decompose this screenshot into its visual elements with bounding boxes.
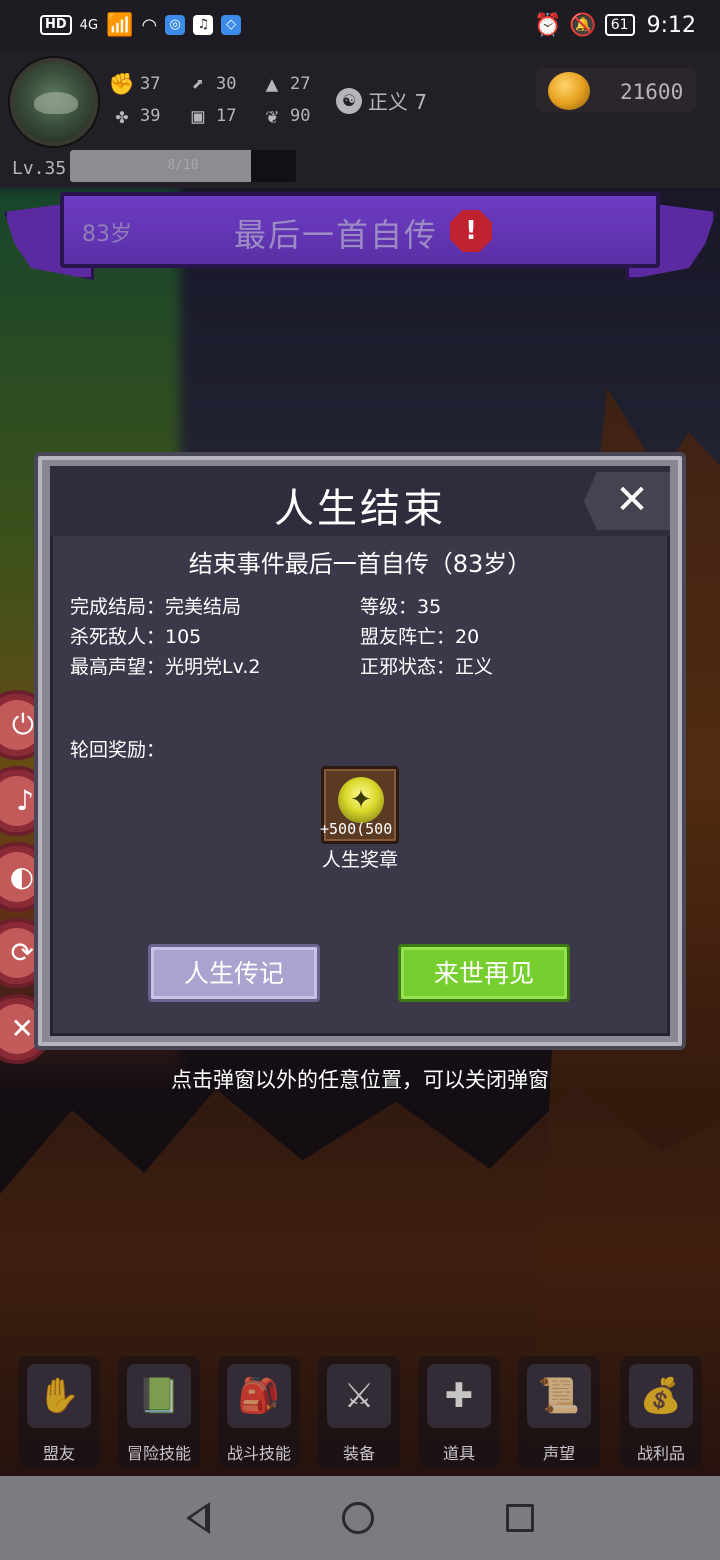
tab-reputation[interactable]: 📜 声望 [518,1356,600,1468]
tab-label: 冒险技能 [126,1444,191,1463]
armor-icon: ▣ [191,104,205,128]
music-notification-icon: ♫ [193,15,214,35]
mute-icon: 🔕 [569,12,597,38]
signal-icon: 📶 [106,12,134,38]
hd-indicator: HD [40,15,72,35]
status-right: ⏰ 🔕 61 9:12 [534,13,696,38]
treasure-chest-icon: 💰 [629,1364,693,1428]
stat-magic: ▲ 27 [260,72,311,96]
tab-allies[interactable]: ✋ 盟友 [18,1356,100,1468]
stat-value: 27 [290,74,311,94]
crossed-swords-icon: ⚔ [327,1364,391,1428]
alarm-icon: ⏰ [533,12,562,38]
leaf-icon: ❦ [265,104,279,128]
stat-value: 39 [140,106,161,126]
network-indicator: 4G [79,17,99,33]
app-notification-icon: ◎ [165,15,186,35]
status-left: HD 4G 📶 ◠ ◎ ♫ ◇ [40,12,242,38]
event-title: 最后一首自传 [234,216,439,254]
boot-icon: ⬈ [191,72,205,96]
tab-items[interactable]: ✚ 道具 [418,1356,500,1468]
tab-label: 装备 [342,1444,375,1463]
biography-button[interactable]: 人生传记 [148,944,320,1002]
fist-icon: ✊ [108,71,136,96]
player-level: Lv.35 [12,158,67,179]
tab-label: 战斗技能 [226,1444,291,1463]
medal-icon: ✦ [338,777,384,823]
stat-value: 37 [140,74,161,94]
clover-icon: ✤ [115,104,129,128]
home-icon[interactable] [342,1502,374,1534]
tab-equipment[interactable]: ⚔ 装备 [318,1356,400,1468]
stat-value: 90 [290,106,311,126]
close-button[interactable]: ✕ [584,472,670,530]
stat-defense: ▣ 17 [186,104,237,128]
rewards-label: 轮回奖励： [70,739,166,761]
stat-strength: ✊ 37 [108,71,161,96]
wizard-hat-icon: ▲ [265,72,279,96]
stat-alignment: 正邪状态：正义 [360,656,494,678]
end-event-line: 结束事件最后一首自传（83岁） [188,550,532,578]
reward-name: 人生奖章 [321,849,398,871]
avatar[interactable] [10,58,98,146]
stat-allies-fallen: 盟友阵亡：20 [360,626,480,648]
tab-combat-skills[interactable]: 🎒 战斗技能 [218,1356,300,1468]
stat-level: 等级：35 [360,596,442,618]
tab-label: 战利品 [636,1444,685,1463]
browser-notification-icon: ◇ [221,15,242,35]
backpack-icon: 🎒 [227,1364,291,1428]
stat-ending: 完成结局：完美结局 [70,596,242,618]
stat-agility: ⬈ 30 [186,72,237,96]
stat-value: 30 [216,74,237,94]
tab-label: 盟友 [42,1444,75,1463]
wifi-icon: ◠ [141,14,158,36]
player-hud: ✊ 37 ⬈ 30 ▲ 27 ✤ 39 ▣ 17 ❦ 90 ☯ 正义 7 216… [0,50,720,188]
satchel-icon: ✚ [427,1364,491,1428]
glove-icon: ✋ [27,1364,91,1428]
clock: 9:12 [646,12,696,38]
stat-vitality: ❦ 90 [260,104,311,128]
alignment-status: ☯ 正义 7 [336,86,427,115]
recent-apps-icon[interactable] [506,1504,534,1532]
age-label: 83岁 [82,222,132,247]
reward-quantity: +500(500 [320,820,393,838]
stat-reputation: 最高声望：光明党Lv.2 [70,656,261,678]
book-icon: 📗 [127,1364,191,1428]
stat-kills: 杀死敌人：105 [70,626,202,648]
tab-label: 道具 [442,1444,475,1463]
xp-bar: 8/10 [70,150,296,182]
system-nav-bar [0,1476,720,1560]
back-icon[interactable] [186,1502,210,1534]
gold-amount: 21600 [620,80,684,104]
xp-text: 8/10 [167,158,199,173]
dismiss-hint: 点击弹窗以外的任意位置，可以关闭弹窗 [171,1068,549,1092]
next-life-button[interactable]: 来世再见 [398,944,570,1002]
scroll-icon: 📜 [527,1364,591,1428]
bottom-tab-bar: ✋ 盟友 📗 冒险技能 🎒 战斗技能 ⚔ 装备 ✚ 道具 📜 声望 💰 战利品 [0,1352,720,1476]
tab-label: 声望 [542,1444,575,1463]
yin-yang-icon: ☯ [336,87,362,114]
stat-luck: ✤ 39 [110,104,161,128]
alignment-label: 正义 7 [368,90,428,114]
stat-value: 17 [216,106,237,126]
battery-indicator: 61 [604,14,635,36]
gold-coin-icon [548,72,590,110]
tab-loot[interactable]: 💰 战利品 [620,1356,702,1468]
status-bar: HD 4G 📶 ◠ ◎ ♫ ◇ ⏰ 🔕 61 9:12 [0,0,720,50]
tab-adventure-skills[interactable]: 📗 冒险技能 [118,1356,200,1468]
